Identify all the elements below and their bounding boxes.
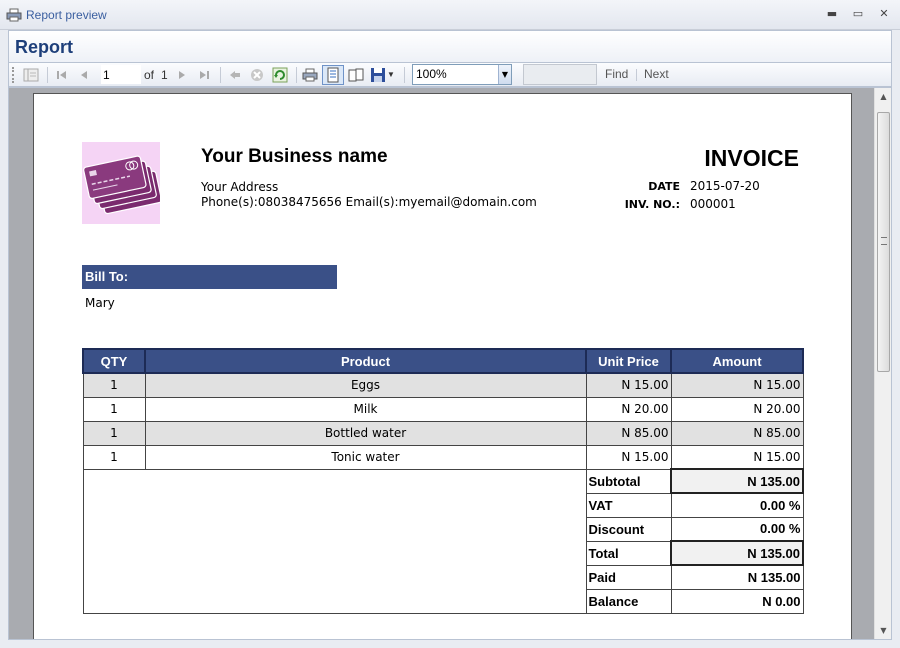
col-qty: QTY (82, 348, 146, 374)
report-title: Report (15, 37, 73, 57)
date-value: 2015-07-20 (690, 179, 760, 193)
print-icon[interactable] (302, 67, 318, 83)
cell-qty: 1 (82, 396, 146, 422)
of-label: of (144, 68, 155, 82)
find-input[interactable] (523, 64, 597, 85)
date-label: DATE (648, 180, 680, 193)
cell-qty: 1 (82, 444, 146, 470)
col-amount: Amount (670, 348, 804, 374)
page-setup-icon[interactable] (348, 67, 364, 83)
cell-product: Bottled water (144, 420, 587, 446)
invoice-page: Your Business name Your Address Phone(s)… (33, 93, 852, 639)
total-pages: 1 (161, 68, 168, 82)
cell-product: Eggs (144, 372, 587, 398)
cell-unit-price: N 85.00 (585, 420, 672, 446)
invoice-items-table: QTY Product Unit Price Amount 1 Eggs N 1… (82, 348, 804, 614)
vertical-scrollbar[interactable]: ▲ ▼ (874, 88, 891, 639)
cell-unit-price: N 15.00 (585, 444, 672, 470)
find-button[interactable]: Find (605, 67, 628, 81)
scroll-down-icon[interactable]: ▼ (875, 622, 891, 639)
invoice-title: INVOICE (704, 145, 799, 171)
zoom-select[interactable]: 100% ▼ (412, 64, 512, 85)
table-row: 1 Bottled water N 85.00 N 85.00 (82, 420, 804, 446)
window-title: Report preview (26, 8, 107, 22)
table-header-row: QTY Product Unit Price Amount (82, 348, 804, 374)
totals-blank-area (82, 468, 587, 614)
business-contact: Phone(s):08038475656 Email(s):myemail@do… (201, 195, 537, 209)
report-viewer[interactable]: Your Business name Your Address Phone(s)… (8, 87, 892, 640)
next-button[interactable]: Next (644, 67, 669, 81)
subtotal-label: Subtotal (585, 468, 672, 494)
window-titlebar: Report preview ▬ ▭ ✕ (0, 0, 900, 30)
minimize-button[interactable]: ▬ (822, 6, 842, 22)
cell-amount: N 20.00 (670, 396, 804, 422)
cell-qty: 1 (82, 372, 146, 398)
page-number-input[interactable] (101, 65, 141, 84)
save-dropdown-icon[interactable]: ▼ (387, 67, 395, 83)
stop-icon[interactable] (249, 67, 265, 83)
paid-label: Paid (585, 564, 672, 590)
bill-to-name: Mary (85, 296, 115, 310)
refresh-icon[interactable] (272, 67, 288, 83)
table-row: 1 Tonic water N 15.00 N 15.00 (82, 444, 804, 470)
invoice-number-label: INV. NO.: (624, 198, 680, 211)
paid-value: N 135.00 (670, 564, 804, 590)
print-layout-icon (327, 67, 339, 83)
vat-label: VAT (585, 492, 672, 518)
maximize-button[interactable]: ▭ (848, 6, 868, 22)
cell-qty: 1 (82, 420, 146, 446)
discount-value: 0.00 % (670, 516, 804, 542)
cell-unit-price: N 20.00 (585, 396, 672, 422)
total-label: Total (585, 540, 672, 566)
printer-app-icon (6, 8, 22, 22)
subtotal-value: N 135.00 (670, 468, 804, 494)
table-row: 1 Eggs N 15.00 N 15.00 (82, 372, 804, 398)
cell-product: Milk (144, 396, 587, 422)
close-button[interactable]: ✕ (874, 6, 894, 22)
subtotal-row: Subtotal N 135.00 (82, 468, 804, 614)
document-map-icon[interactable] (23, 67, 39, 83)
col-product: Product (144, 348, 587, 374)
save-icon[interactable] (370, 67, 386, 83)
balance-label: Balance (585, 588, 672, 614)
report-toolbar: of 1 ▼ 100% ▼ Find Next (8, 62, 892, 87)
first-page-icon[interactable] (54, 67, 70, 83)
total-value: N 135.00 (670, 540, 804, 566)
credit-cards-logo (82, 142, 160, 224)
cell-unit-price: N 15.00 (585, 372, 672, 398)
scroll-up-icon[interactable]: ▲ (875, 88, 891, 105)
business-address: Your Address (201, 180, 279, 194)
next-page-icon[interactable] (174, 67, 190, 83)
business-name: Your Business name (201, 146, 388, 167)
prev-page-icon[interactable] (76, 67, 92, 83)
table-row: 1 Milk N 20.00 N 20.00 (82, 396, 804, 422)
cell-amount: N 15.00 (670, 444, 804, 470)
cell-amount: N 15.00 (670, 372, 804, 398)
cell-amount: N 85.00 (670, 420, 804, 446)
vat-value: 0.00 % (670, 492, 804, 518)
invoice-number-value: 000001 (690, 197, 736, 211)
print-layout-button[interactable] (322, 65, 344, 85)
col-unit-price: Unit Price (585, 348, 672, 374)
discount-label: Discount (585, 516, 672, 542)
scrollbar-thumb[interactable] (877, 112, 890, 372)
cell-product: Tonic water (144, 444, 587, 470)
last-page-icon[interactable] (196, 67, 212, 83)
back-icon[interactable] (227, 67, 243, 83)
bill-to-header: Bill To: (82, 265, 337, 289)
zoom-value: 100% (416, 67, 447, 81)
balance-value: N 0.00 (670, 588, 804, 614)
chevron-down-icon[interactable]: ▼ (498, 65, 511, 84)
report-header: Report (8, 30, 892, 62)
